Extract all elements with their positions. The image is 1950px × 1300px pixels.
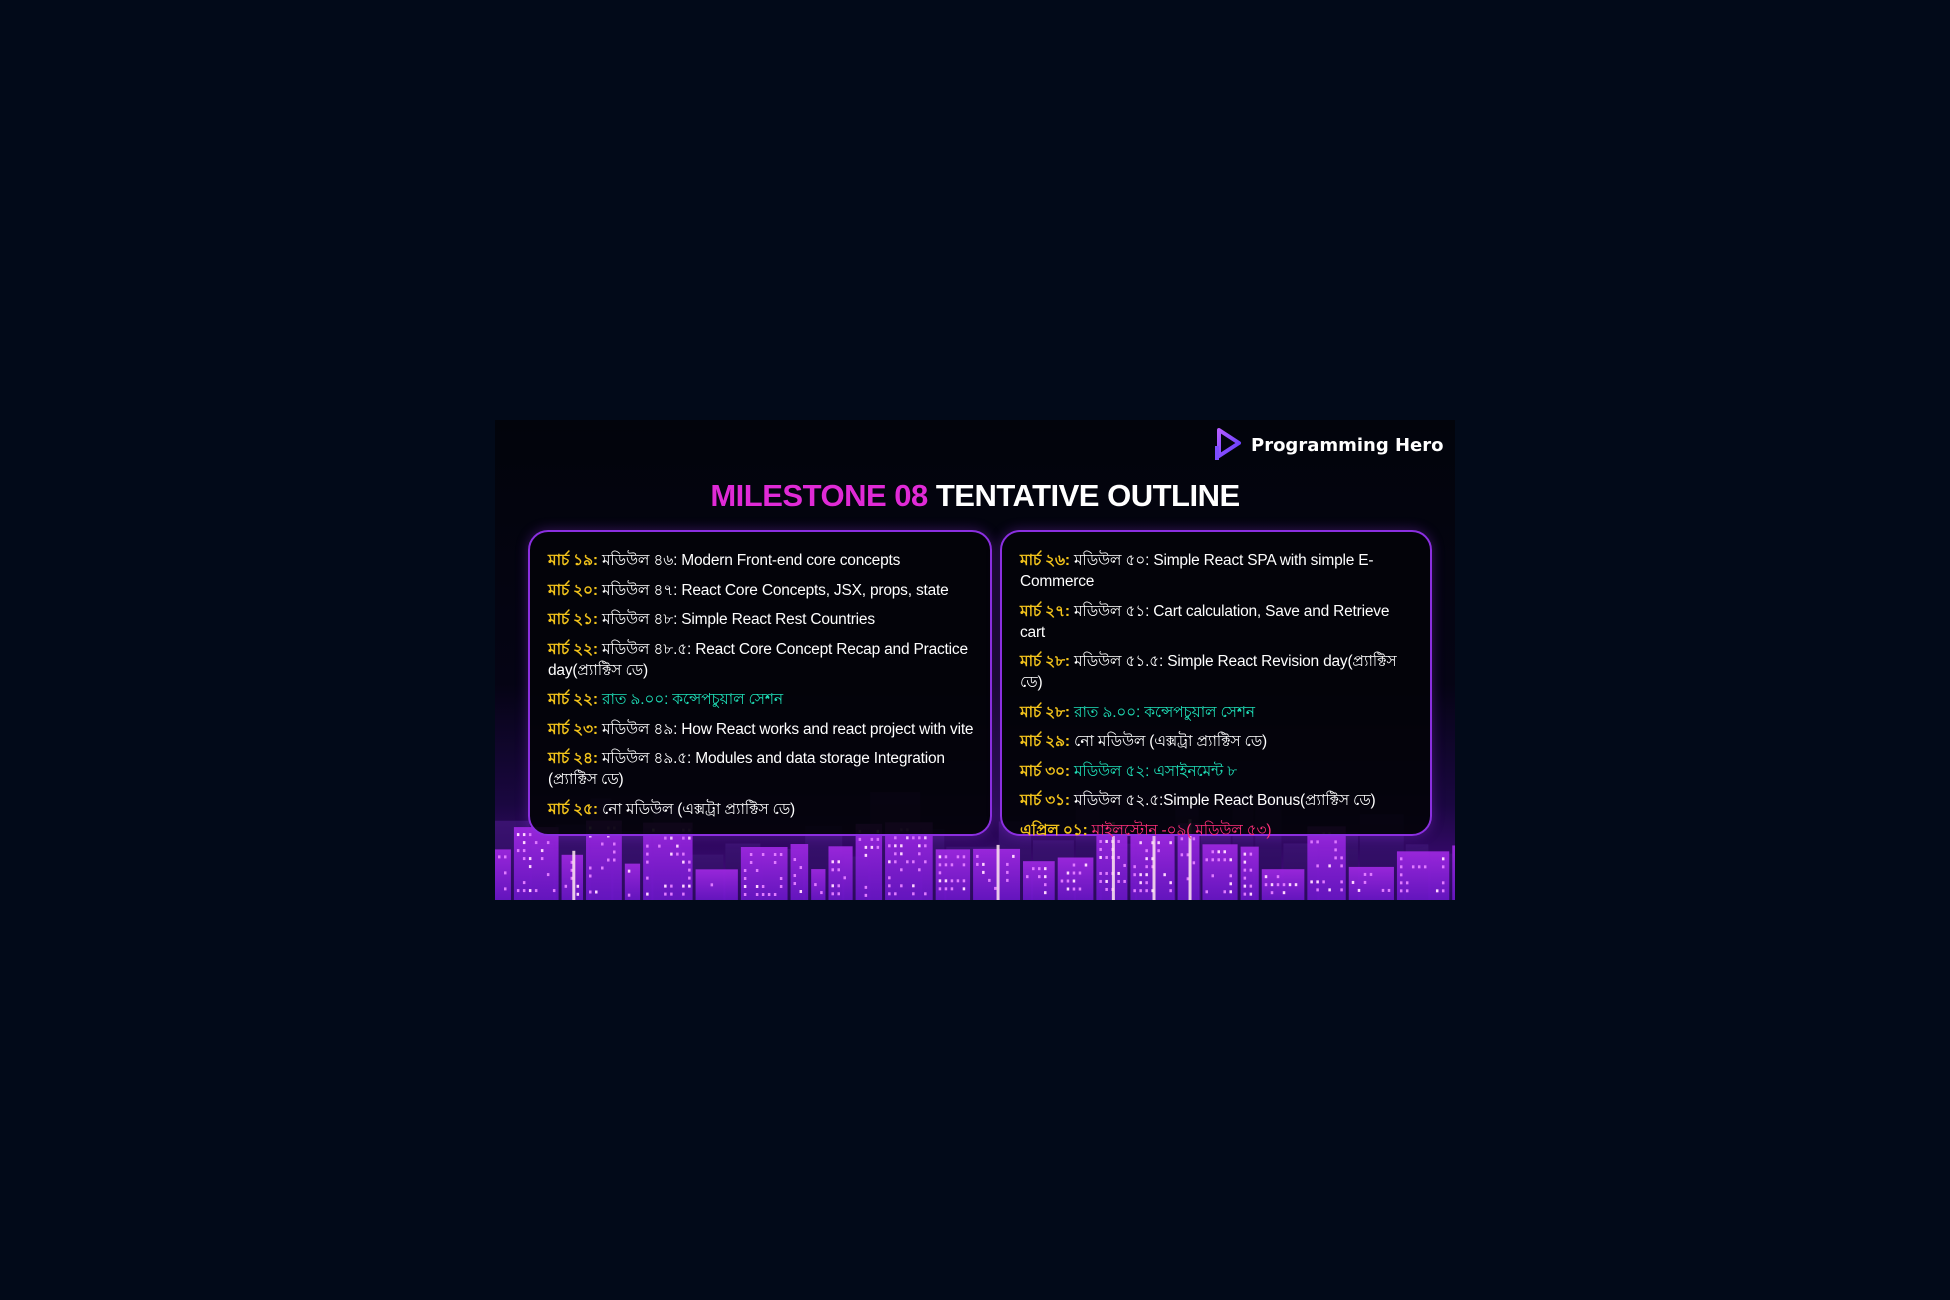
schedule-item: মার্চ ২৪: মডিউল ৪৯.৫: Modules and data s… bbox=[548, 748, 976, 790]
schedule-text: মডিউল ৫২: এসাইনমেন্ট ৮ bbox=[1069, 762, 1237, 780]
schedule-text: রাত ৯.০০: কন্সেপচুয়াল সেশন bbox=[1069, 703, 1255, 721]
schedule-date: মার্চ ২১: bbox=[548, 611, 598, 628]
schedule-text: মডিউল ৪৯.৫: Modules and data storage Int… bbox=[548, 750, 945, 788]
schedule-item: মার্চ ২২: মডিউল ৪৮.৫: React Core Concept… bbox=[548, 639, 976, 681]
page-title-rest: TENTATIVE OUTLINE bbox=[927, 478, 1240, 513]
brand-name: Programming Hero bbox=[1251, 434, 1444, 456]
schedule-date: মার্চ ২৫: bbox=[548, 800, 598, 818]
page-title: MILESTONE 08 TENTATIVE OUTLINE bbox=[495, 478, 1455, 514]
brand-logo: Programming Hero bbox=[1213, 426, 1444, 464]
schedule-date: মার্চ ২৩: bbox=[548, 720, 598, 738]
schedule-text: মডিউল ৫২.৫:Simple React Bonus(প্র্যাক্টি… bbox=[1069, 792, 1376, 809]
schedule-item: এপ্রিল ০১: মাইলস্টোন -০৯( মডিউল ৫৩) bbox=[1020, 820, 1416, 841]
schedule-item: মার্চ ২১: মডিউল ৪৮: Simple React Rest Co… bbox=[548, 609, 976, 630]
schedule-item: মার্চ ২০: মডিউল ৪৭: React Core Concepts,… bbox=[548, 580, 976, 601]
schedule-text: মাইলস্টোন -০৯( মডিউল ৫৩) bbox=[1087, 821, 1272, 839]
page-title-accent: MILESTONE 08 bbox=[710, 478, 928, 513]
schedule-date: মার্চ ১৯: bbox=[548, 552, 598, 569]
schedule-text: মডিউল ৫১.৫: Simple React Revision day(প্… bbox=[1020, 653, 1397, 691]
schedule-date: মার্চ ২৯: bbox=[1020, 733, 1070, 750]
schedule-item: মার্চ ২৫: নো মডিউল (এক্সট্রা প্র্যাক্টিস… bbox=[548, 799, 976, 820]
schedule-text: রাত ৯.০০: কন্সেপচুয়াল সেশন bbox=[597, 691, 783, 708]
schedule-text: মডিউল ৪৬: Modern Front-end core concepts bbox=[597, 552, 901, 569]
schedule-item: মার্চ ২৮: রাত ৯.০০: কন্সেপচুয়াল সেশন bbox=[1020, 702, 1416, 723]
milestone-banner: Programming Hero MILESTONE 08 TENTATIVE … bbox=[495, 420, 1455, 900]
schedule-text: মডিউল ৫১: Cart calculation, Save and Ret… bbox=[1020, 602, 1390, 641]
schedule-date: মার্চ ২৭: bbox=[1020, 602, 1070, 620]
schedule-item: মার্চ ২৬: মডিউল ৫০: Simple React SPA wit… bbox=[1020, 550, 1416, 592]
schedule-date: এপ্রিল ০১: bbox=[1020, 821, 1088, 839]
schedule-text: নো মডিউল (এক্সট্রা প্র্যাক্টিস ডে) bbox=[597, 800, 796, 818]
schedule-item: মার্চ ২৩: মডিউল ৪৯: How React works and … bbox=[548, 719, 976, 740]
schedule-item: মার্চ ১৯: মডিউল ৪৬: Modern Front-end cor… bbox=[548, 550, 976, 571]
schedule-item: মার্চ ২৮: মডিউল ৫১.৫: Simple React Revis… bbox=[1020, 651, 1416, 693]
schedule-date: মার্চ ৩১: bbox=[1020, 792, 1070, 809]
play-triangle-logo-icon bbox=[1215, 428, 1241, 460]
schedule-date: মার্চ ২৪: bbox=[548, 750, 598, 767]
schedule-card-right: মার্চ ২৬: মডিউল ৫০: Simple React SPA wit… bbox=[1000, 530, 1432, 839]
schedule-date: মার্চ ২৬: bbox=[1020, 552, 1070, 569]
schedule-item: মার্চ ৩০: মডিউল ৫২: এসাইনমেন্ট ৮ bbox=[1020, 761, 1416, 782]
schedule-text: মডিউল ৪৭: React Core Concepts, JSX, prop… bbox=[597, 581, 949, 599]
schedule-date: মার্চ ২৮: bbox=[1020, 653, 1070, 670]
schedule-date: মার্চ ২০: bbox=[548, 581, 598, 599]
schedule-card-left: মার্চ ১৯: মডিউল ৪৬: Modern Front-end cor… bbox=[528, 530, 992, 836]
schedule-text: মডিউল ৫০: Simple React SPA with simple E… bbox=[1020, 552, 1374, 590]
schedule-item: মার্চ ২৯: নো মডিউল (এক্সট্রা প্র্যাক্টিস… bbox=[1020, 731, 1416, 752]
schedule-date: মার্চ ২২: bbox=[548, 640, 598, 658]
schedule-text: মডিউল ৪৮: Simple React Rest Countries bbox=[597, 611, 875, 628]
schedule-date: মার্চ ৩০: bbox=[1020, 762, 1070, 780]
schedule-item: মার্চ ২২: রাত ৯.০০: কন্সেপচুয়াল সেশন bbox=[548, 689, 976, 710]
schedule-date: মার্চ ২২: bbox=[548, 691, 598, 708]
schedule-date: মার্চ ২৮: bbox=[1020, 703, 1070, 721]
schedule-text: মডিউল ৪৯: How React works and react proj… bbox=[597, 720, 974, 738]
schedule-item: মার্চ ৩১: মডিউল ৫২.৫:Simple React Bonus(… bbox=[1020, 790, 1416, 811]
schedule-item: মার্চ ২৭: মডিউল ৫১: Cart calculation, Sa… bbox=[1020, 601, 1416, 643]
schedule-text: নো মডিউল (এক্সট্রা প্র্যাক্টিস ডে) bbox=[1069, 733, 1268, 750]
schedule-text: মডিউল ৪৮.৫: React Core Concept Recap and… bbox=[548, 640, 968, 679]
